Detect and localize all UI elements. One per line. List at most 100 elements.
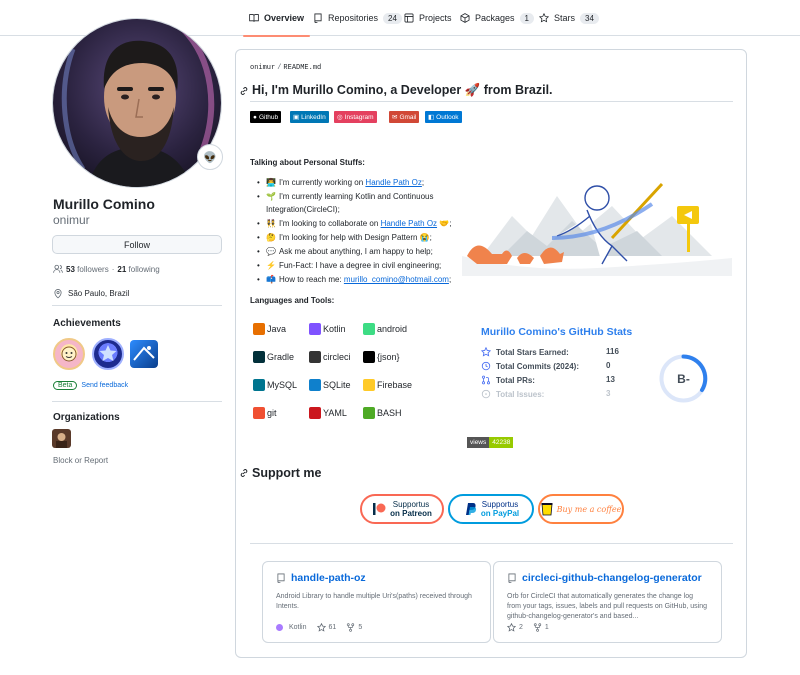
tool-logo: Firebase [363, 374, 412, 395]
tool-logo: BASH [363, 402, 412, 423]
profile-location: São Paulo, Brazil [53, 288, 129, 299]
people-icon [53, 264, 63, 273]
bullet-emoji: 📫 [266, 275, 276, 284]
paypal-line1: Supportus [481, 500, 519, 509]
tool-logo-icon [309, 350, 321, 363]
repo-forks-link[interactable]: 1 [533, 623, 549, 632]
bullet-text: I'm currently learning Kotlin and Contin… [266, 192, 434, 214]
repo-forks-link[interactable]: 5 [346, 623, 362, 632]
alien-icon: 👽 [203, 151, 217, 164]
stats-title: Murillo Comino's GitHub Stats [481, 326, 633, 338]
send-feedback-link[interactable]: Send feedback [81, 382, 128, 389]
bullet-emoji: 👯 [266, 219, 276, 228]
link-anchor-icon[interactable] [239, 468, 249, 478]
tool-logo-label: SQLite [323, 379, 351, 390]
shield-instagram[interactable]: ◎ Instagram [334, 111, 377, 123]
repo-name-link[interactable]: circleci-github-changelog-generator [522, 572, 702, 584]
list-item: 💬Ask me about anything, I am happy to he… [257, 245, 467, 258]
patreon-button[interactable]: Supportus on Patreon [360, 494, 444, 524]
repo-description: Android Library to handle multiple Uri's… [276, 593, 472, 610]
about-list: 👨‍💻I'm currently working on Handle Path … [257, 176, 467, 287]
outlook-icon: ◧ [428, 114, 435, 121]
tool-logo-icon [309, 322, 321, 335]
email-link[interactable]: murillo_comino@hotmail.com [344, 275, 449, 284]
stars-count: 61 [328, 624, 337, 631]
achievements-beta-row: Beta Send feedback [53, 381, 128, 390]
achievement-badge-pull-shark[interactable] [53, 338, 85, 370]
rank-grade: B- [677, 371, 690, 386]
project-icon [404, 13, 414, 23]
link-anchor-icon[interactable] [239, 86, 249, 96]
tab-label: Packages [475, 13, 515, 23]
talking-heading: Talking about Personal Stuffs: [250, 158, 365, 167]
followers-label: followers [77, 264, 109, 274]
achievement-badge-yolo[interactable] [92, 338, 124, 370]
tool-logo-icon [253, 322, 265, 335]
repo-stars-link[interactable]: 61 [316, 623, 337, 632]
support-heading-text: Support me [252, 466, 322, 480]
shield-gmail[interactable]: ✉ Gmail [389, 111, 420, 123]
tab-projects[interactable]: Projects [404, 0, 452, 36]
tab-stars[interactable]: Stars 34 [539, 0, 599, 36]
profile-login: onimur [53, 213, 90, 227]
shield-label: Gmail [399, 113, 417, 121]
achievement-badge-arctic[interactable] [130, 340, 158, 368]
tab-packages[interactable]: Packages 1 [460, 0, 534, 36]
repo-description: Orb for CircleCI that automatically gene… [507, 593, 707, 620]
paypal-line2: on PayPal [480, 509, 520, 518]
tab-repositories[interactable]: Repositories 24 [313, 0, 402, 36]
stat-commits: Total Commits (2024): [481, 361, 579, 371]
language-color-dot [276, 624, 283, 631]
shield-label: Github [258, 113, 279, 121]
paypal-button[interactable]: Supportus on PayPal [448, 494, 534, 524]
pull-request-icon [481, 375, 491, 385]
list-item: 👯I'm looking to collaborate on Handle Pa… [257, 217, 467, 230]
tab-label: Repositories [328, 13, 379, 23]
beta-badge: Beta [53, 381, 78, 390]
following-link[interactable]: 21 following [117, 265, 159, 274]
buy-me-a-coffee-button[interactable]: Buy me a coffee [538, 494, 624, 524]
tool-logo: circleci [309, 346, 358, 367]
shield-outlook[interactable]: ◧ Outlook [425, 111, 462, 123]
stat-value: 13 [606, 375, 615, 384]
repo-language: Kotlin [276, 624, 307, 631]
shield-github[interactable]: ● Github [250, 111, 282, 123]
tool-logo: YAML [309, 402, 358, 423]
repo-stars-link[interactable]: 2 [507, 623, 523, 632]
tool-logo-label: YAML [323, 407, 347, 418]
repo-icon [314, 13, 322, 23]
coffee-label: Buy me a coffee [556, 504, 622, 514]
tab-overview[interactable]: Overview [242, 0, 311, 37]
tool-logo: SQLite [309, 374, 358, 395]
location-pin-icon [54, 289, 62, 299]
readme-user-link[interactable]: onimur [250, 64, 275, 72]
patreon-line2: on Patreon [390, 509, 432, 518]
repo-name-link[interactable]: handle-path-oz [291, 572, 366, 584]
bullet-text: I'm currently working on [278, 178, 366, 187]
block-report-link[interactable]: Block or Report [53, 456, 108, 465]
followers-link[interactable]: 53 followers [66, 265, 109, 274]
book-icon [249, 14, 259, 22]
handle-path-oz-link[interactable]: Handle Path Oz [381, 219, 437, 228]
tool-logo: Java [253, 318, 302, 339]
tool-logo-label: {json} [377, 351, 400, 362]
repo-icon [277, 573, 285, 583]
star-icon [316, 623, 326, 632]
location-text: São Paulo, Brazil [68, 289, 130, 298]
profile-avatar[interactable] [52, 18, 222, 188]
tool-logo-icon [253, 350, 265, 363]
star-icon [481, 347, 491, 357]
avatar-portrait [53, 19, 221, 187]
gmail-icon: ✉ [392, 114, 398, 121]
status-emoji-button[interactable]: 👽 [197, 144, 223, 170]
follow-button[interactable]: Follow [52, 235, 222, 254]
bullet-after: ; [448, 275, 452, 284]
shield-linkedin[interactable]: ▣ LinkedIn [290, 111, 329, 123]
bullet-after: ; [421, 178, 425, 187]
organization-avatar[interactable] [52, 429, 71, 448]
tool-logo-icon [309, 378, 321, 391]
stars-count: 2 [519, 624, 523, 631]
language-name: Kotlin [289, 624, 307, 631]
following-count: 21 [117, 264, 127, 274]
handle-path-oz-link[interactable]: Handle Path Oz [365, 178, 421, 187]
